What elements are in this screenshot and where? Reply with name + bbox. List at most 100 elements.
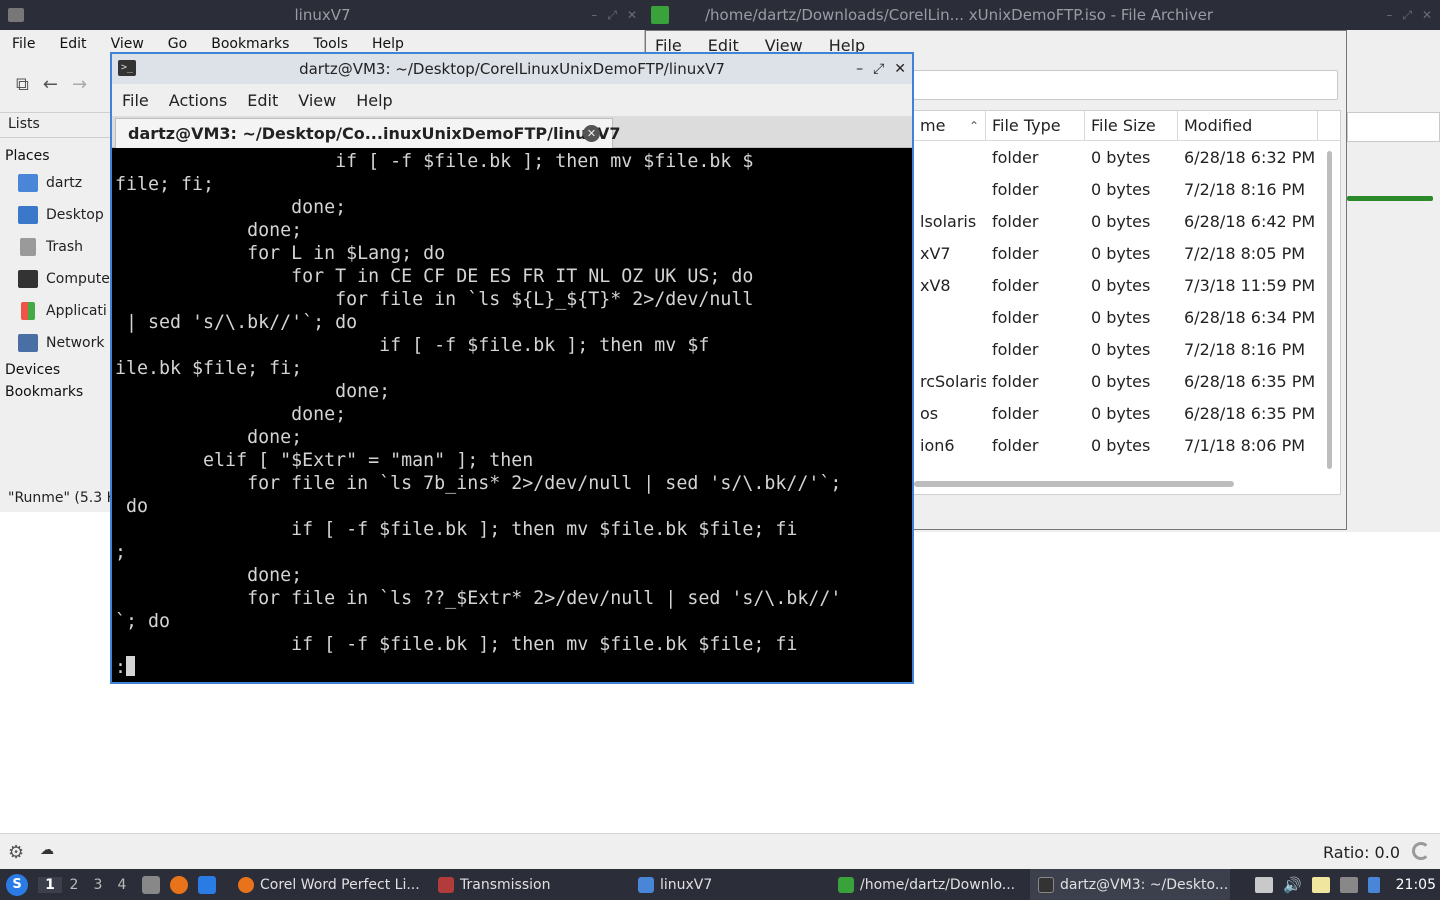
menu-bookmarks[interactable]: Bookmarks xyxy=(211,36,289,52)
window-controls[interactable]: – ⤢ ✕ xyxy=(1386,8,1432,23)
task-corel-wordperfect[interactable]: Corel Word Perfect Li... xyxy=(230,869,430,900)
clock[interactable]: 21:05 xyxy=(1396,877,1436,893)
menubar: File Actions Edit View Help xyxy=(112,84,912,116)
terminal-tab[interactable]: dartz@VM3: ~/Desktop/Co...inuxUnixDemoFT… xyxy=(115,118,621,148)
menu-help[interactable]: Help xyxy=(372,36,404,52)
display-icon[interactable] xyxy=(1339,876,1358,893)
terminal-line: if [ -f $file.bk ]; then mv $file.bk $fi… xyxy=(115,519,798,540)
table-row[interactable]: xV8 folder 0 bytes 7/3/18 11:59 PM xyxy=(914,269,1340,301)
terminal-line: file; fi; xyxy=(115,174,215,195)
task-transmission[interactable]: Transmission xyxy=(430,869,630,900)
gear-icon[interactable]: ⚙ xyxy=(8,842,24,863)
menu-actions[interactable]: Actions xyxy=(169,91,227,110)
menu-file[interactable]: File xyxy=(122,91,149,110)
archiver-titlebar[interactable]: /home/dartz/Downloads/CorelLin... xUnixD… xyxy=(645,0,1440,30)
table-row[interactable]: os folder 0 bytes 6/28/18 6:35 PM xyxy=(914,397,1340,429)
column-name[interactable]: me ⌃ xyxy=(914,111,986,141)
updates-icon[interactable] xyxy=(1367,876,1380,893)
terminal-line: : xyxy=(115,657,127,678)
sort-ascending-icon: ⌃ xyxy=(968,118,979,133)
task-file-archiver[interactable]: /home/dartz/Downlo... xyxy=(830,869,1030,900)
menu-edit[interactable]: Edit xyxy=(247,91,278,110)
sidebar-item-applications[interactable]: Applicati xyxy=(0,295,112,327)
side-pane-header[interactable]: Lists xyxy=(0,112,112,138)
transmission-field[interactable] xyxy=(1347,112,1440,142)
menu-go[interactable]: Go xyxy=(168,36,187,52)
table-row[interactable]: lsolaris folder 0 bytes 6/28/18 6:42 PM xyxy=(914,205,1340,237)
minimize-icon[interactable]: – xyxy=(856,61,863,77)
table-row[interactable]: rcSolaris folder 0 bytes 6/28/18 6:35 PM xyxy=(914,365,1340,397)
terminal-line: for file in `ls ${L}_${T}* 2>/dev/null xyxy=(115,289,754,310)
menu-view[interactable]: View xyxy=(111,36,144,52)
network-status-icon[interactable] xyxy=(1254,876,1273,893)
column-file-type[interactable]: File Type xyxy=(986,111,1085,141)
forward-arrow-icon[interactable]: → xyxy=(72,74,87,95)
location-field[interactable] xyxy=(913,70,1338,100)
bookmarks-section[interactable]: Bookmarks xyxy=(0,381,112,403)
close-icon[interactable]: ✕ xyxy=(1422,8,1432,23)
back-arrow-icon[interactable]: ← xyxy=(43,74,58,95)
window-controls[interactable]: – ⤢ ✕ xyxy=(591,8,637,23)
menu-edit[interactable]: Edit xyxy=(59,36,86,52)
menu-tools[interactable]: Tools xyxy=(313,36,348,52)
maximize-icon[interactable]: ⤢ xyxy=(1402,8,1412,23)
vertical-scrollbar[interactable] xyxy=(1327,151,1332,469)
sidebar-item-network[interactable]: Network xyxy=(0,327,112,359)
window-controls[interactable]: – ⤢ ✕ xyxy=(856,61,906,77)
menu-view[interactable]: View xyxy=(298,91,336,110)
turtle-icon[interactable]: ☁ xyxy=(40,842,54,858)
sidebar-item-desktop[interactable]: Desktop xyxy=(0,199,112,231)
workspace-switcher: 1 2 3 4 xyxy=(38,876,134,893)
menu-file[interactable]: File xyxy=(12,36,35,52)
desktop-launcher-icon[interactable] xyxy=(198,875,216,894)
devices-section[interactable]: Devices xyxy=(0,359,112,381)
start-menu-icon[interactable]: S xyxy=(6,873,28,896)
column-file-size[interactable]: File Size xyxy=(1085,111,1178,141)
archiver-statusbar: ⚙ ☁ Ratio: 0.0 xyxy=(0,833,1440,869)
maximize-icon[interactable]: ⤢ xyxy=(607,8,617,23)
terminal-line: if [ -f $file.bk ]; then mv $file.bk $fi… xyxy=(115,634,798,655)
archive-icon xyxy=(651,6,669,24)
close-icon[interactable]: ✕ xyxy=(627,8,637,23)
table-row[interactable]: ion6 folder 0 bytes 7/1/18 8:06 PM xyxy=(914,429,1340,461)
system-tray: 🔊 21:05 xyxy=(1254,869,1440,900)
close-icon[interactable]: ✕ xyxy=(894,61,906,77)
sidebar-item-trash[interactable]: Trash xyxy=(0,231,112,263)
terminal-cursor xyxy=(126,656,136,676)
file-list: me ⌃ File Type File Size Modified folder 0… xyxy=(913,110,1341,495)
terminal-titlebar[interactable]: >_ dartz@VM3: ~/Desktop/CorelLinuxUnixDe… xyxy=(112,54,912,84)
terminal-line: ; xyxy=(115,542,127,563)
minimize-icon[interactable]: – xyxy=(591,8,597,23)
table-row[interactable]: folder 0 bytes 6/28/18 6:34 PM xyxy=(914,301,1340,333)
table-row[interactable]: folder 0 bytes 6/28/18 6:32 PM xyxy=(914,141,1340,173)
table-row[interactable]: folder 0 bytes 7/2/18 8:16 PM xyxy=(914,333,1340,365)
horizontal-scrollbar[interactable] xyxy=(914,481,1234,487)
column-modified[interactable]: Modified xyxy=(1178,111,1318,141)
file-manager-launcher-icon[interactable] xyxy=(142,875,160,894)
workspace-2[interactable]: 2 xyxy=(62,877,86,893)
sidebar-item-home[interactable]: dartz xyxy=(0,167,112,199)
close-tab-icon[interactable]: ✕ xyxy=(583,125,600,142)
trash-icon xyxy=(20,238,36,256)
workspace-4[interactable]: 4 xyxy=(110,877,134,893)
task-terminal[interactable]: dartz@VM3: ~/Deskto... xyxy=(1030,869,1230,900)
maximize-icon[interactable]: ⤢ xyxy=(873,61,884,77)
menu-help[interactable]: Help xyxy=(356,91,392,110)
sidebar-item-computer[interactable]: Compute xyxy=(0,263,112,295)
file-manager-titlebar[interactable]: linuxV7 – ⤢ ✕ xyxy=(0,0,645,30)
terminal-line: done; xyxy=(115,565,303,586)
workspace-1[interactable]: 1 xyxy=(38,876,62,893)
table-row[interactable]: xV7 folder 0 bytes 7/2/18 8:05 PM xyxy=(914,237,1340,269)
task-linuxv7[interactable]: linuxV7 xyxy=(630,869,830,900)
workspace-3[interactable]: 3 xyxy=(86,877,110,893)
terminal-icon xyxy=(1038,876,1054,893)
sidebar: Places dartz Desktop Trash Compute Appli… xyxy=(0,145,112,403)
volume-icon[interactable]: 🔊 xyxy=(1283,876,1302,894)
firefox-icon[interactable] xyxy=(170,875,188,894)
folder-icon xyxy=(638,876,654,893)
terminal-output[interactable]: if [ -f $file.bk ]; then mv $file.bk $ f… xyxy=(115,150,895,684)
table-row[interactable]: folder 0 bytes 7/2/18 8:16 PM xyxy=(914,173,1340,205)
new-tab-icon[interactable]: ⧉ xyxy=(16,74,29,95)
minimize-icon[interactable]: – xyxy=(1386,8,1392,23)
clipboard-icon[interactable] xyxy=(1311,876,1330,893)
